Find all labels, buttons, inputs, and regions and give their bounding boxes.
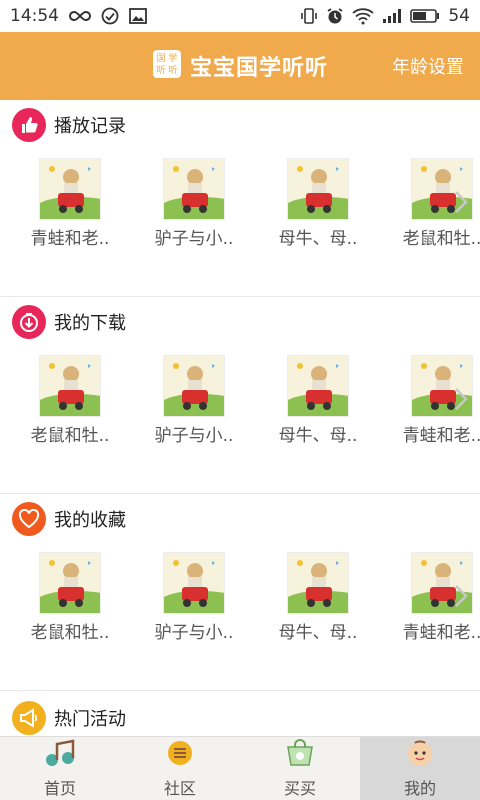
app-logo-icon: 国 学 听 听 <box>152 49 182 83</box>
signal-icon <box>382 8 402 24</box>
list-item[interactable]: 驴子与小.. <box>152 158 236 249</box>
downloads-section: 我的下载 老鼠和牡.. 驴子与小.. 母牛、母.. 青蛙和老.. <box>0 297 480 494</box>
list-item[interactable]: 青蛙和老.. <box>400 355 480 446</box>
hot-activities-section: 热门活动 <box>0 691 480 736</box>
tab-community[interactable]: 社区 <box>120 737 240 800</box>
tab-shop[interactable]: 买买 <box>240 737 360 800</box>
item-label: 青蛙和老.. <box>30 229 110 249</box>
app-header: 国 学 听 听 宝宝国学听听 年龄设置 <box>0 32 480 100</box>
list-icon <box>166 739 194 771</box>
logo-text-top: 国 学 <box>157 52 178 64</box>
item-label: 老鼠和牡.. <box>402 229 480 249</box>
item-label: 驴子与小.. <box>154 426 234 446</box>
status-bar: 14:54 54 <box>0 0 480 32</box>
story-thumbnail <box>39 355 101 417</box>
favorites-section: 我的收藏 老鼠和牡.. 驴子与小.. 母牛、母.. 青蛙和老.. <box>0 494 480 691</box>
list-item[interactable]: 母牛、母.. <box>276 552 360 643</box>
item-label: 驴子与小.. <box>154 229 234 249</box>
battery-level: 54 <box>448 6 470 26</box>
section-title: 播放记录 <box>54 116 126 137</box>
alarm-icon <box>326 7 344 25</box>
tab-label: 我的 <box>403 778 436 798</box>
tab-label: 首页 <box>43 778 76 798</box>
item-label: 青蛙和老.. <box>402 426 480 446</box>
story-thumbnail <box>287 552 349 614</box>
chevron-right-icon[interactable] <box>454 584 468 612</box>
section-title: 我的下载 <box>54 313 126 334</box>
check-circle-icon <box>101 7 119 25</box>
play-history-section: 播放记录 青蛙和老.. 驴子与小.. 母牛、母.. 老鼠和牡.. <box>0 100 480 297</box>
item-label: 老鼠和牡.. <box>30 426 110 446</box>
logo-text-bottom: 听 听 <box>157 65 178 76</box>
section-title: 热门活动 <box>54 709 126 730</box>
item-label: 青蛙和老.. <box>402 623 480 643</box>
wifi-icon <box>352 7 374 25</box>
list-item[interactable]: 母牛、母.. <box>276 158 360 249</box>
list-item[interactable]: 青蛙和老.. <box>28 158 112 249</box>
thumbs-up-icon <box>12 108 46 142</box>
story-thumbnail <box>163 158 225 220</box>
image-icon <box>129 8 147 24</box>
story-thumbnail <box>163 552 225 614</box>
shopping-bag-icon <box>284 738 316 771</box>
story-thumbnail <box>163 355 225 417</box>
list-item[interactable]: 老鼠和牡.. <box>28 355 112 446</box>
music-note-icon <box>44 738 76 771</box>
story-thumbnail <box>39 552 101 614</box>
tab-label: 买买 <box>283 778 316 798</box>
item-label: 老鼠和牡.. <box>30 623 110 643</box>
age-setting-button[interactable]: 年龄设置 <box>392 53 464 79</box>
heart-icon <box>12 502 46 536</box>
story-thumbnail <box>287 355 349 417</box>
download-icon <box>12 305 46 339</box>
section-title: 我的收藏 <box>54 510 126 531</box>
megaphone-icon <box>12 701 46 735</box>
list-item[interactable]: 老鼠和牡.. <box>400 158 480 249</box>
page-title: 宝宝国学听听 <box>189 56 328 81</box>
list-item[interactable]: 驴子与小.. <box>152 355 236 446</box>
main-content[interactable]: 播放记录 青蛙和老.. 驴子与小.. 母牛、母.. 老鼠和牡.. 我的下载 老鼠… <box>0 100 480 736</box>
item-label: 母牛、母.. <box>278 229 358 249</box>
story-thumbnail <box>39 158 101 220</box>
chevron-right-icon[interactable] <box>454 190 468 218</box>
list-item[interactable]: 青蛙和老.. <box>400 552 480 643</box>
baby-face-icon <box>405 739 435 771</box>
list-item[interactable]: 母牛、母.. <box>276 355 360 446</box>
bottom-tab-bar: 首页 社区 买买 我的 <box>0 736 480 800</box>
tab-label: 社区 <box>163 778 196 798</box>
story-thumbnail <box>287 158 349 220</box>
status-time: 14:54 <box>10 6 59 26</box>
chevron-right-icon[interactable] <box>454 387 468 415</box>
tab-mine[interactable]: 我的 <box>360 737 480 800</box>
battery-icon <box>410 8 440 24</box>
infinity-icon <box>69 10 91 22</box>
list-item[interactable]: 老鼠和牡.. <box>28 552 112 643</box>
item-label: 驴子与小.. <box>154 623 234 643</box>
item-label: 母牛、母.. <box>278 426 358 446</box>
tab-home[interactable]: 首页 <box>0 737 120 800</box>
item-label: 母牛、母.. <box>278 623 358 643</box>
vibrate-icon <box>300 7 318 25</box>
list-item[interactable]: 驴子与小.. <box>152 552 236 643</box>
